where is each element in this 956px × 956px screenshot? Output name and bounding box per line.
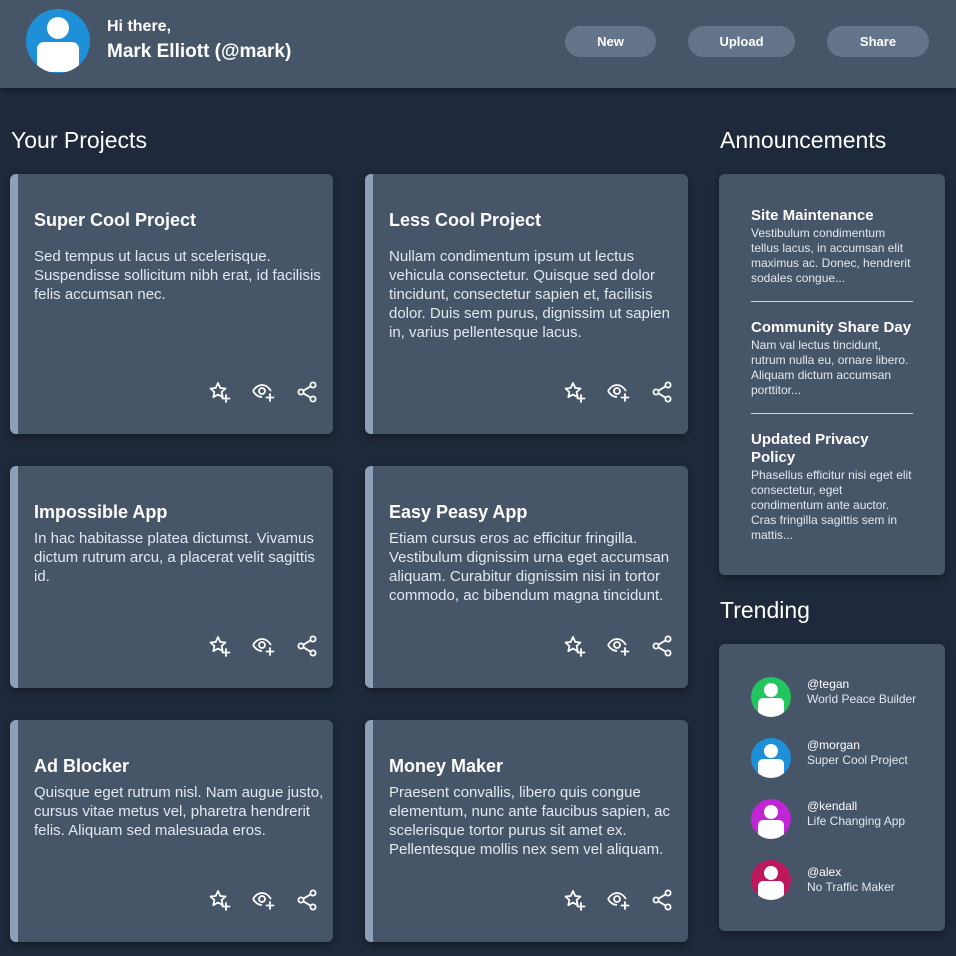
avatar-head <box>764 683 778 697</box>
trending-avatar <box>751 799 791 839</box>
share-icon[interactable] <box>650 888 674 912</box>
project-card[interactable]: Ad Blocker Quisque eget rutrum nisl. Nam… <box>10 720 333 942</box>
trending-avatar <box>751 738 791 778</box>
announcements-section-title: Announcements <box>720 127 887 153</box>
project-description: Quisque eget rutrum nisl. Nam augue just… <box>34 784 324 839</box>
star-plus-icon[interactable] <box>207 634 231 658</box>
share-icon[interactable] <box>295 634 319 658</box>
eye-plus-icon[interactable] <box>606 888 630 912</box>
top-header: Hi there, Mark Elliott (@mark) New Uploa… <box>0 0 956 88</box>
eye-plus-icon[interactable] <box>251 634 275 658</box>
avatar-head <box>47 17 69 39</box>
avatar-head <box>764 805 778 819</box>
trending-handle: @alex <box>807 865 842 879</box>
share-icon[interactable] <box>295 888 319 912</box>
project-card[interactable]: Super Cool Project Sed tempus ut lacus u… <box>10 174 333 434</box>
trending-project: Super Cool Project <box>807 753 908 767</box>
trending-handle: @tegan <box>807 677 850 691</box>
avatar-head <box>764 866 778 880</box>
card-actions <box>207 888 319 912</box>
announcement-divider <box>751 413 913 414</box>
announcement-divider <box>751 301 913 302</box>
card-actions <box>207 380 319 404</box>
trending-text: @morgan Super Cool Project <box>807 738 927 768</box>
announcement-text: Phasellus efficitur nisi eget elit conse… <box>751 468 912 542</box>
project-title: Super Cool Project <box>34 210 197 230</box>
project-card[interactable]: Easy Peasy App Etiam cursus eros ac effi… <box>365 466 688 688</box>
project-title: Easy Peasy App <box>389 502 528 522</box>
eye-plus-icon[interactable] <box>251 888 275 912</box>
card-actions <box>207 634 319 658</box>
trending-panel: @tegan World Peace Builder @morgan Super… <box>719 644 945 931</box>
project-title: Ad Blocker <box>34 756 130 776</box>
share-button[interactable]: Share <box>827 26 929 57</box>
eye-plus-icon[interactable] <box>606 634 630 658</box>
trending-item[interactable]: @alex No Traffic Maker <box>751 860 931 904</box>
trending-text: @tegan World Peace Builder <box>807 677 927 707</box>
share-icon[interactable] <box>650 634 674 658</box>
announcement-item[interactable]: Updated Privacy Policy Phasellus efficit… <box>751 431 913 543</box>
project-description: Sed tempus ut lacus ut scelerisque. Susp… <box>34 248 321 303</box>
avatar-body <box>758 881 784 900</box>
card-actions <box>562 888 674 912</box>
announcement-text: Nam val lectus tincidunt, rutrum nulla e… <box>751 338 909 397</box>
user-avatar[interactable] <box>26 9 90 73</box>
trending-avatar <box>751 677 791 717</box>
project-card[interactable]: Money Maker Praesent convallis, libero q… <box>365 720 688 942</box>
trending-avatar <box>751 860 791 900</box>
project-card[interactable]: Less Cool Project Nullam condimentum ips… <box>365 174 688 434</box>
trending-text: @kendall Life Changing App <box>807 799 927 829</box>
announcement-item[interactable]: Site Maintenance Vestibulum condimentum … <box>751 207 913 286</box>
announcement-text: Vestibulum condimentum tellus lacus, in … <box>751 226 911 285</box>
projects-section-title: Your Projects <box>11 127 147 153</box>
card-actions <box>562 634 674 658</box>
share-icon[interactable] <box>295 380 319 404</box>
star-plus-icon[interactable] <box>562 888 586 912</box>
project-description: In hac habitasse platea dictumst. Vivamu… <box>34 530 315 585</box>
announcements-panel: Site Maintenance Vestibulum condimentum … <box>719 174 945 575</box>
project-description: Nullam condimentum ipsum ut lectus vehic… <box>389 248 670 341</box>
announcement-title: Site Maintenance <box>751 207 874 224</box>
project-title: Money Maker <box>389 756 504 776</box>
project-card[interactable]: Impossible App In hac habitasse platea d… <box>10 466 333 688</box>
trending-project: Life Changing App <box>807 814 906 828</box>
project-title: Less Cool Project <box>389 210 542 230</box>
new-button[interactable]: New <box>565 26 656 57</box>
trending-section-title: Trending <box>720 597 810 623</box>
avatar-head <box>764 744 778 758</box>
avatar-body <box>758 820 784 839</box>
trending-item[interactable]: @morgan Super Cool Project <box>751 738 931 782</box>
project-description: Praesent convallis, libero quis congue e… <box>389 784 671 858</box>
greeting-text: Hi there, <box>107 18 172 35</box>
card-actions <box>562 380 674 404</box>
star-plus-icon[interactable] <box>207 888 231 912</box>
avatar-body <box>37 42 79 72</box>
trending-handle: @morgan <box>807 738 860 752</box>
star-plus-icon[interactable] <box>562 380 586 404</box>
star-plus-icon[interactable] <box>562 634 586 658</box>
announcement-title: Community Share Day <box>751 319 912 336</box>
trending-item[interactable]: @tegan World Peace Builder <box>751 677 931 721</box>
trending-item[interactable]: @kendall Life Changing App <box>751 799 931 843</box>
eye-plus-icon[interactable] <box>251 380 275 404</box>
user-name: Mark Elliott (@mark) <box>107 41 292 62</box>
trending-handle: @kendall <box>807 799 858 813</box>
avatar-body <box>758 759 784 778</box>
project-description: Etiam cursus eros ac efficitur fringilla… <box>389 530 670 604</box>
eye-plus-icon[interactable] <box>606 380 630 404</box>
avatar-body <box>758 698 784 717</box>
star-plus-icon[interactable] <box>207 380 231 404</box>
trending-project: World Peace Builder <box>807 692 917 706</box>
announcement-title: Updated Privacy Policy <box>751 431 869 466</box>
trending-text: @alex No Traffic Maker <box>807 865 927 895</box>
trending-project: No Traffic Maker <box>807 880 895 894</box>
announcement-item[interactable]: Community Share Day Nam val lectus tinci… <box>751 319 913 398</box>
project-title: Impossible App <box>34 502 168 522</box>
upload-button[interactable]: Upload <box>688 26 795 57</box>
share-icon[interactable] <box>650 380 674 404</box>
